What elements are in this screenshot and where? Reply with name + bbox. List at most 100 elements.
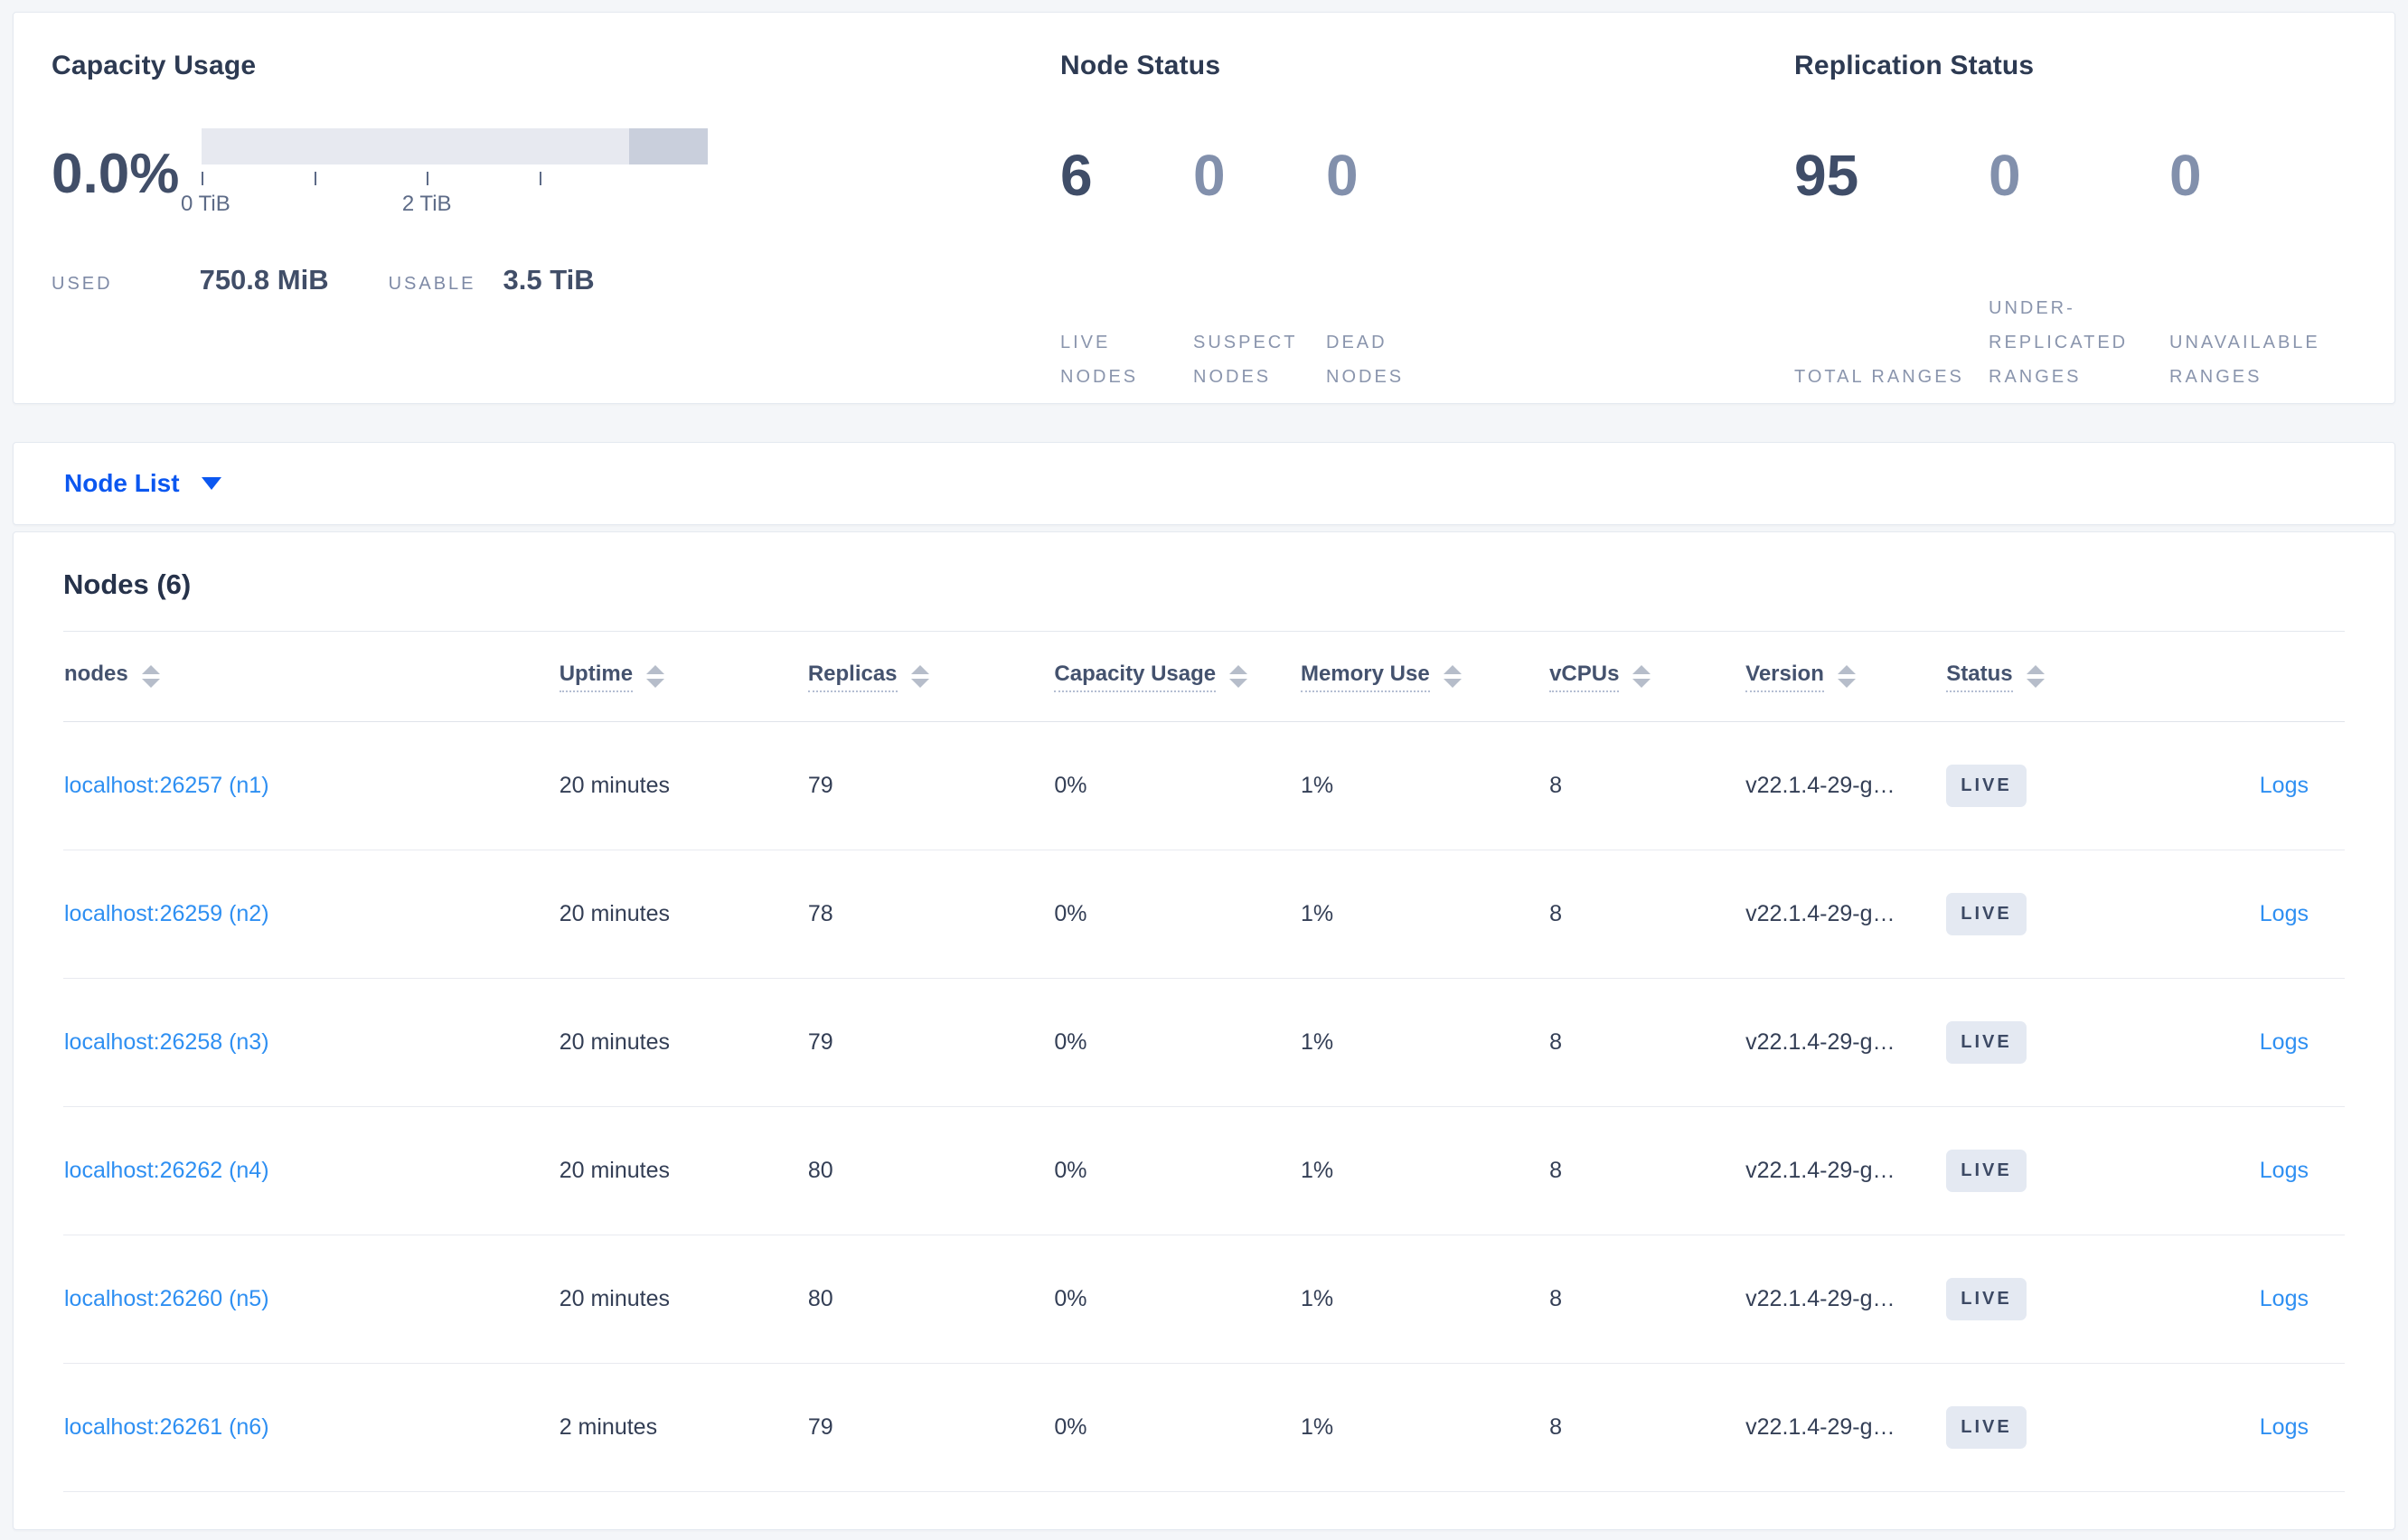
under-replicated-ranges-stat: 0 UNDER-REPLICATED RANGES [1989, 128, 2169, 394]
tick-label: 2 TiB [401, 192, 452, 216]
stat-value: 95 [1794, 143, 1859, 208]
status-badge: LIVE [1946, 893, 2027, 935]
total-ranges-stat: 95 TOTAL RANGES [1794, 128, 1989, 394]
capacity-bar-nonusable-segment [629, 128, 708, 164]
column-header-uptime[interactable]: Uptime [559, 662, 665, 692]
usable-value: 3.5 TiB [503, 264, 595, 296]
version-cell: v22.1.4-29-g… [1745, 978, 1946, 1107]
stat-value: 0 [2169, 143, 2202, 208]
node-link[interactable]: localhost:26262 (n4) [64, 1158, 269, 1183]
version-cell: v22.1.4-29-g… [1745, 1363, 1946, 1492]
uptime-cell: 20 minutes [558, 1106, 807, 1235]
nodes-card: Nodes (6) nodes Uptime Replicas Capacity… [13, 531, 2395, 1530]
status-badge: LIVE [1946, 1021, 2027, 1064]
column-header-version[interactable]: Version [1745, 662, 1856, 692]
logs-link[interactable]: Logs [2260, 1286, 2309, 1311]
logs-link[interactable]: Logs [2260, 1158, 2309, 1183]
cluster-overview-page: Capacity Usage 0.0% 0 TiB 2 TiB USED 750… [0, 0, 2408, 1530]
tick-mark [202, 172, 203, 185]
node-link[interactable]: localhost:26260 (n5) [64, 1286, 269, 1311]
vcpus-cell: 8 [1548, 1235, 1745, 1364]
sort-icon [2026, 665, 2045, 688]
column-header-status[interactable]: Status [1946, 662, 2045, 692]
table-row: localhost:26261 (n6) 2 minutes 79 0% 1% … [63, 1363, 2345, 1492]
logs-link[interactable]: Logs [2260, 773, 2309, 798]
column-header-vcpus[interactable]: vCPUs [1549, 662, 1651, 692]
status-badge: LIVE [1946, 1278, 2027, 1320]
vcpus-cell: 8 [1548, 978, 1745, 1107]
view-selector-card: Node List [13, 442, 2395, 525]
version-cell: v22.1.4-29-g… [1745, 721, 1946, 850]
replicas-cell: 79 [806, 978, 1054, 1107]
memory-use-cell: 1% [1299, 978, 1549, 1107]
memory-use-cell: 1% [1299, 721, 1549, 850]
node-link[interactable]: localhost:26261 (n6) [64, 1414, 269, 1440]
logs-link[interactable]: Logs [2260, 1029, 2309, 1055]
uptime-cell: 20 minutes [558, 850, 807, 979]
stat-label: SUSPECT NODES [1193, 333, 1298, 387]
suspect-nodes-stat: 0 SUSPECT NODES [1193, 128, 1326, 394]
node-link[interactable]: localhost:26257 (n1) [64, 773, 269, 798]
column-label: Memory Use [1300, 662, 1430, 692]
column-header-replicas[interactable]: Replicas [807, 662, 929, 692]
column-label: Capacity Usage [1054, 662, 1217, 692]
table-row: localhost:26259 (n2) 20 minutes 78 0% 1%… [63, 850, 2345, 979]
node-link[interactable]: localhost:26259 (n2) [64, 901, 269, 926]
column-header-capacity-usage[interactable]: Capacity Usage [1054, 662, 1248, 692]
version-cell: v22.1.4-29-g… [1745, 1106, 1946, 1235]
nodes-section-title: Nodes (6) [63, 532, 2345, 632]
caret-down-icon [201, 477, 221, 490]
version-cell: v22.1.4-29-g… [1745, 1235, 1946, 1364]
stat-label: LIVE NODES [1060, 333, 1139, 387]
node-link[interactable]: localhost:26258 (n3) [64, 1029, 269, 1055]
uptime-cell: 2 minutes [558, 1363, 807, 1492]
live-nodes-stat: 6 LIVE NODES [1060, 128, 1193, 394]
memory-use-cell: 1% [1299, 1106, 1549, 1235]
sort-icon [646, 665, 665, 688]
sort-icon [1632, 665, 1651, 688]
vcpus-cell: 8 [1548, 721, 1745, 850]
memory-use-cell: 1% [1299, 1235, 1549, 1364]
column-header-logs [2152, 632, 2345, 722]
node-list-dropdown-label: Node List [64, 469, 180, 497]
stat-label: UNAVAILABLE RANGES [2169, 333, 2320, 387]
capacity-usage-title: Capacity Usage [52, 51, 257, 80]
column-header-nodes[interactable]: nodes [64, 662, 160, 692]
replication-status-panel: Replication Status 95 TOTAL RANGES 0 UND… [1794, 51, 2367, 403]
cluster-summary-bar: Capacity Usage 0.0% 0 TiB 2 TiB USED 750… [13, 12, 2395, 404]
table-row: localhost:26262 (n4) 20 minutes 80 0% 1%… [63, 1106, 2345, 1235]
column-label: Replicas [807, 662, 898, 692]
logs-link[interactable]: Logs [2260, 901, 2309, 926]
capacity-bar [202, 128, 708, 164]
capacity-usage-cell: 0% [1053, 1363, 1300, 1492]
column-label: Status [1946, 662, 2013, 692]
capacity-usage-cell: 0% [1053, 1235, 1300, 1364]
stat-label: TOTAL RANGES [1794, 367, 1964, 387]
dead-nodes-stat: 0 DEAD NODES [1326, 128, 1459, 394]
capacity-usage-panel: Capacity Usage 0.0% 0 TiB 2 TiB USED 750… [52, 51, 1037, 403]
vcpus-cell: 8 [1548, 1106, 1745, 1235]
used-value: 750.8 MiB [199, 264, 329, 296]
sort-icon [1443, 665, 1462, 688]
tick-mark [539, 172, 541, 185]
tick-mark [427, 172, 429, 185]
stat-value: 0 [1326, 143, 1359, 208]
replication-status-title: Replication Status [1794, 51, 2035, 80]
capacity-axis-ticks [202, 172, 708, 185]
vcpus-cell: 8 [1548, 1363, 1745, 1492]
capacity-bar-chart: 0 TiB 2 TiB [181, 128, 708, 221]
column-label: Uptime [559, 662, 634, 692]
replicas-cell: 78 [806, 850, 1054, 979]
sort-icon [1837, 665, 1856, 688]
node-list-dropdown[interactable]: Node List [64, 469, 221, 498]
node-status-panel: Node Status 6 LIVE NODES 0 SUSPECT NODES… [1037, 51, 1794, 403]
replicas-cell: 79 [806, 721, 1054, 850]
uptime-cell: 20 minutes [558, 1235, 807, 1364]
capacity-usage-cell: 0% [1053, 1106, 1300, 1235]
version-cell: v22.1.4-29-g… [1745, 850, 1946, 979]
sort-icon [910, 665, 929, 688]
table-row: localhost:26260 (n5) 20 minutes 80 0% 1%… [63, 1235, 2345, 1364]
uptime-cell: 20 minutes [558, 978, 807, 1107]
logs-link[interactable]: Logs [2260, 1414, 2309, 1440]
column-header-memory-use[interactable]: Memory Use [1300, 662, 1462, 692]
